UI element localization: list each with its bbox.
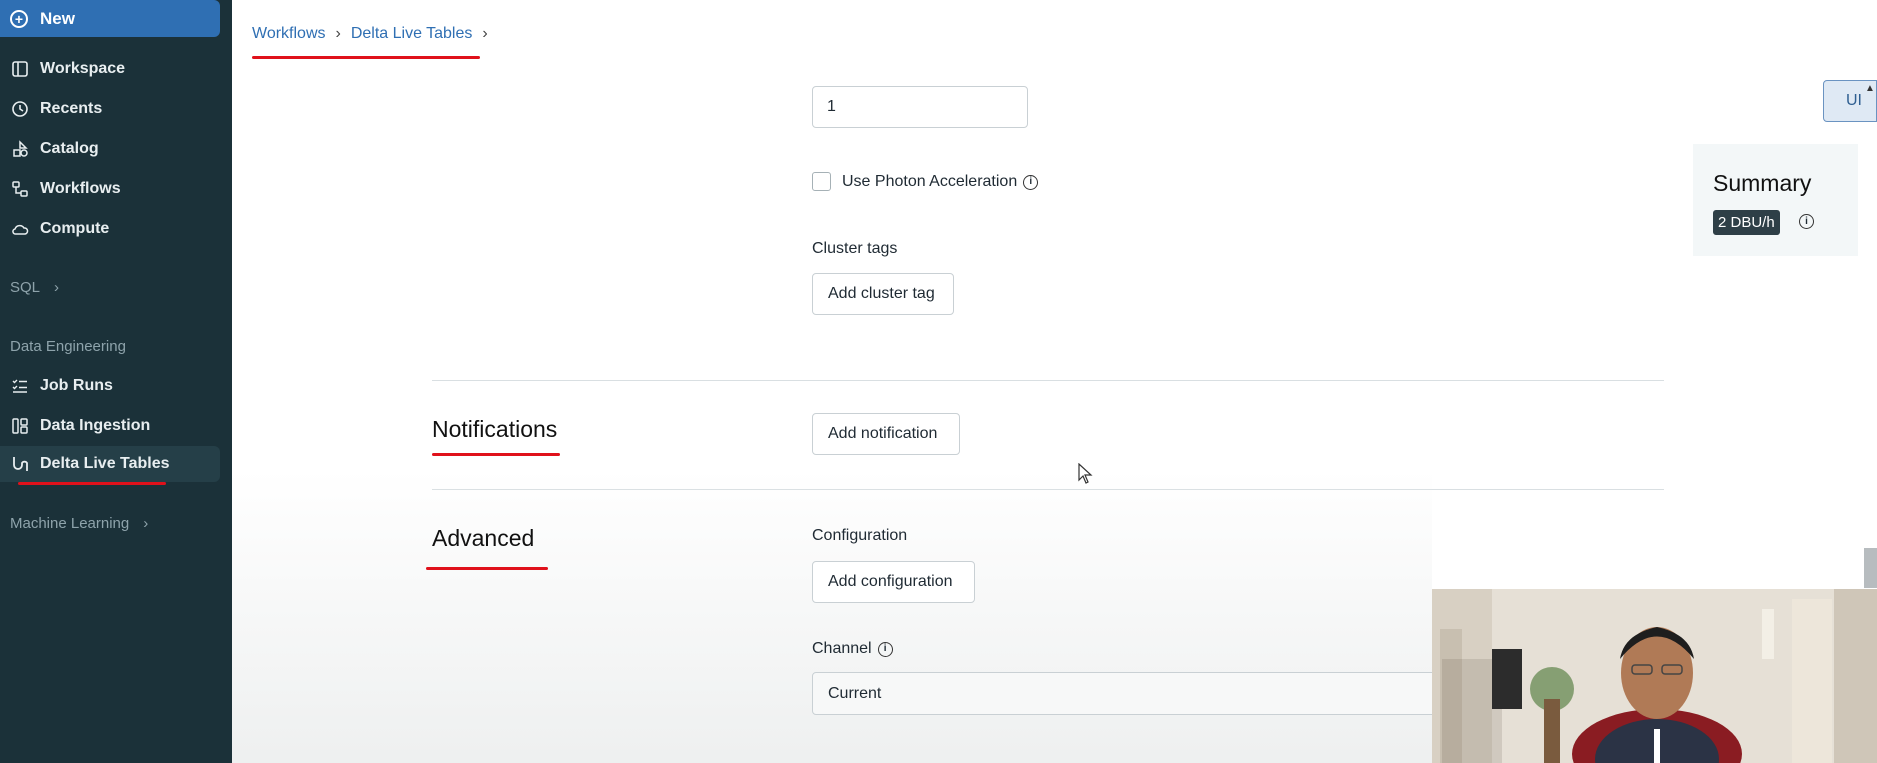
divider [432, 380, 1664, 381]
new-button[interactable]: + New [0, 0, 220, 37]
sidebar-item-label: Delta Live Tables [40, 455, 170, 472]
channel-select[interactable]: Current [812, 672, 1442, 715]
sidebar-section-machine-learning[interactable]: Machine Learning › [10, 515, 148, 532]
chevron-right-icon: › [482, 25, 488, 42]
add-cluster-tag-button[interactable]: Add cluster tag [812, 273, 954, 315]
breadcrumb-delta-live-tables[interactable]: Delta Live Tables [351, 25, 473, 43]
channel-label: Channel i [812, 640, 893, 658]
annotation-underline [432, 453, 560, 456]
info-icon[interactable]: i [1799, 214, 1814, 229]
notifications-title: Notifications [432, 416, 558, 442]
sidebar-item-catalog[interactable]: Catalog [0, 131, 220, 167]
annotation-underline [18, 482, 166, 485]
webcam-overlay [1432, 589, 1877, 763]
sidebar-item-label: Job Runs [40, 377, 113, 394]
workers-input[interactable]: 1 [812, 86, 1028, 128]
sidebar-item-delta-live-tables[interactable]: Delta Live Tables [0, 446, 220, 482]
chevron-right-icon: › [54, 279, 60, 296]
sidebar-item-label: Catalog [40, 140, 99, 157]
add-notification-button[interactable]: Add notification [812, 413, 960, 455]
sidebar-item-workspace[interactable]: Workspace [0, 51, 220, 87]
summary-title: Summary [1713, 170, 1812, 196]
sidebar-item-data-ingestion[interactable]: Data Ingestion [0, 408, 220, 444]
sidebar-item-label: Workflows [40, 180, 121, 197]
configuration-label: Configuration [812, 527, 908, 544]
divider [432, 489, 1664, 490]
list-icon [10, 376, 30, 396]
mouse-cursor-icon [1078, 462, 1094, 490]
photon-label-text: Use Photon Acceleration [842, 173, 1018, 190]
sidebar-item-compute[interactable]: Compute [0, 211, 220, 247]
new-button-label: New [40, 8, 75, 28]
sidebar-item-label: Recents [40, 100, 103, 117]
advanced-title: Advanced [432, 525, 535, 551]
sidebar-item-label: Workspace [40, 60, 126, 77]
cloud-icon [10, 219, 30, 239]
sidebar-section-label: Data Engineering [10, 338, 126, 355]
background-fade [232, 470, 1432, 763]
sidebar-section-sql[interactable]: SQL › [10, 279, 59, 296]
breadcrumb-workflows[interactable]: Workflows [252, 25, 326, 43]
info-icon[interactable]: i [1023, 174, 1039, 190]
pipeline-icon [10, 454, 30, 474]
scroll-up-icon[interactable]: ▲ [1865, 83, 1875, 94]
channel-label-text: Channel [812, 640, 872, 657]
workspace-icon [10, 59, 30, 79]
cluster-tags-label: Cluster tags [812, 240, 898, 257]
info-icon[interactable]: i [877, 641, 893, 657]
sidebar: + New Workspace Recents Catalog Workflow… [0, 0, 232, 763]
sidebar-section-label: SQL [10, 279, 41, 296]
plus-icon: + [10, 9, 28, 28]
sidebar-section-label: Machine Learning [10, 515, 130, 532]
chevron-right-icon: › [143, 515, 149, 532]
add-configuration-button[interactable]: Add configuration [812, 561, 975, 603]
sidebar-item-recents[interactable]: Recents [0, 91, 220, 127]
chevron-right-icon: › [335, 25, 341, 42]
ingestion-icon [10, 416, 30, 436]
sidebar-item-label: Data Ingestion [40, 417, 151, 434]
sidebar-item-workflows[interactable]: Workflows [0, 171, 220, 207]
clock-icon [10, 99, 30, 119]
workflows-icon [10, 179, 30, 199]
dbu-badge: 2 DBU/h [1713, 210, 1780, 235]
annotation-underline [426, 567, 548, 570]
sidebar-item-job-runs[interactable]: Job Runs [0, 368, 220, 404]
sidebar-section-data-engineering: Data Engineering [10, 338, 126, 355]
photon-label: Use Photon Acceleration i [842, 173, 1039, 191]
annotation-underline [252, 56, 480, 59]
catalog-icon [10, 139, 30, 159]
photon-checkbox[interactable] [812, 172, 831, 191]
summary-panel: Summary 2 DBU/h i [1693, 144, 1858, 256]
breadcrumb: Workflows › Delta Live Tables › [252, 25, 498, 43]
scrollbar-thumb[interactable] [1864, 548, 1877, 588]
sidebar-item-label: Compute [40, 220, 110, 237]
